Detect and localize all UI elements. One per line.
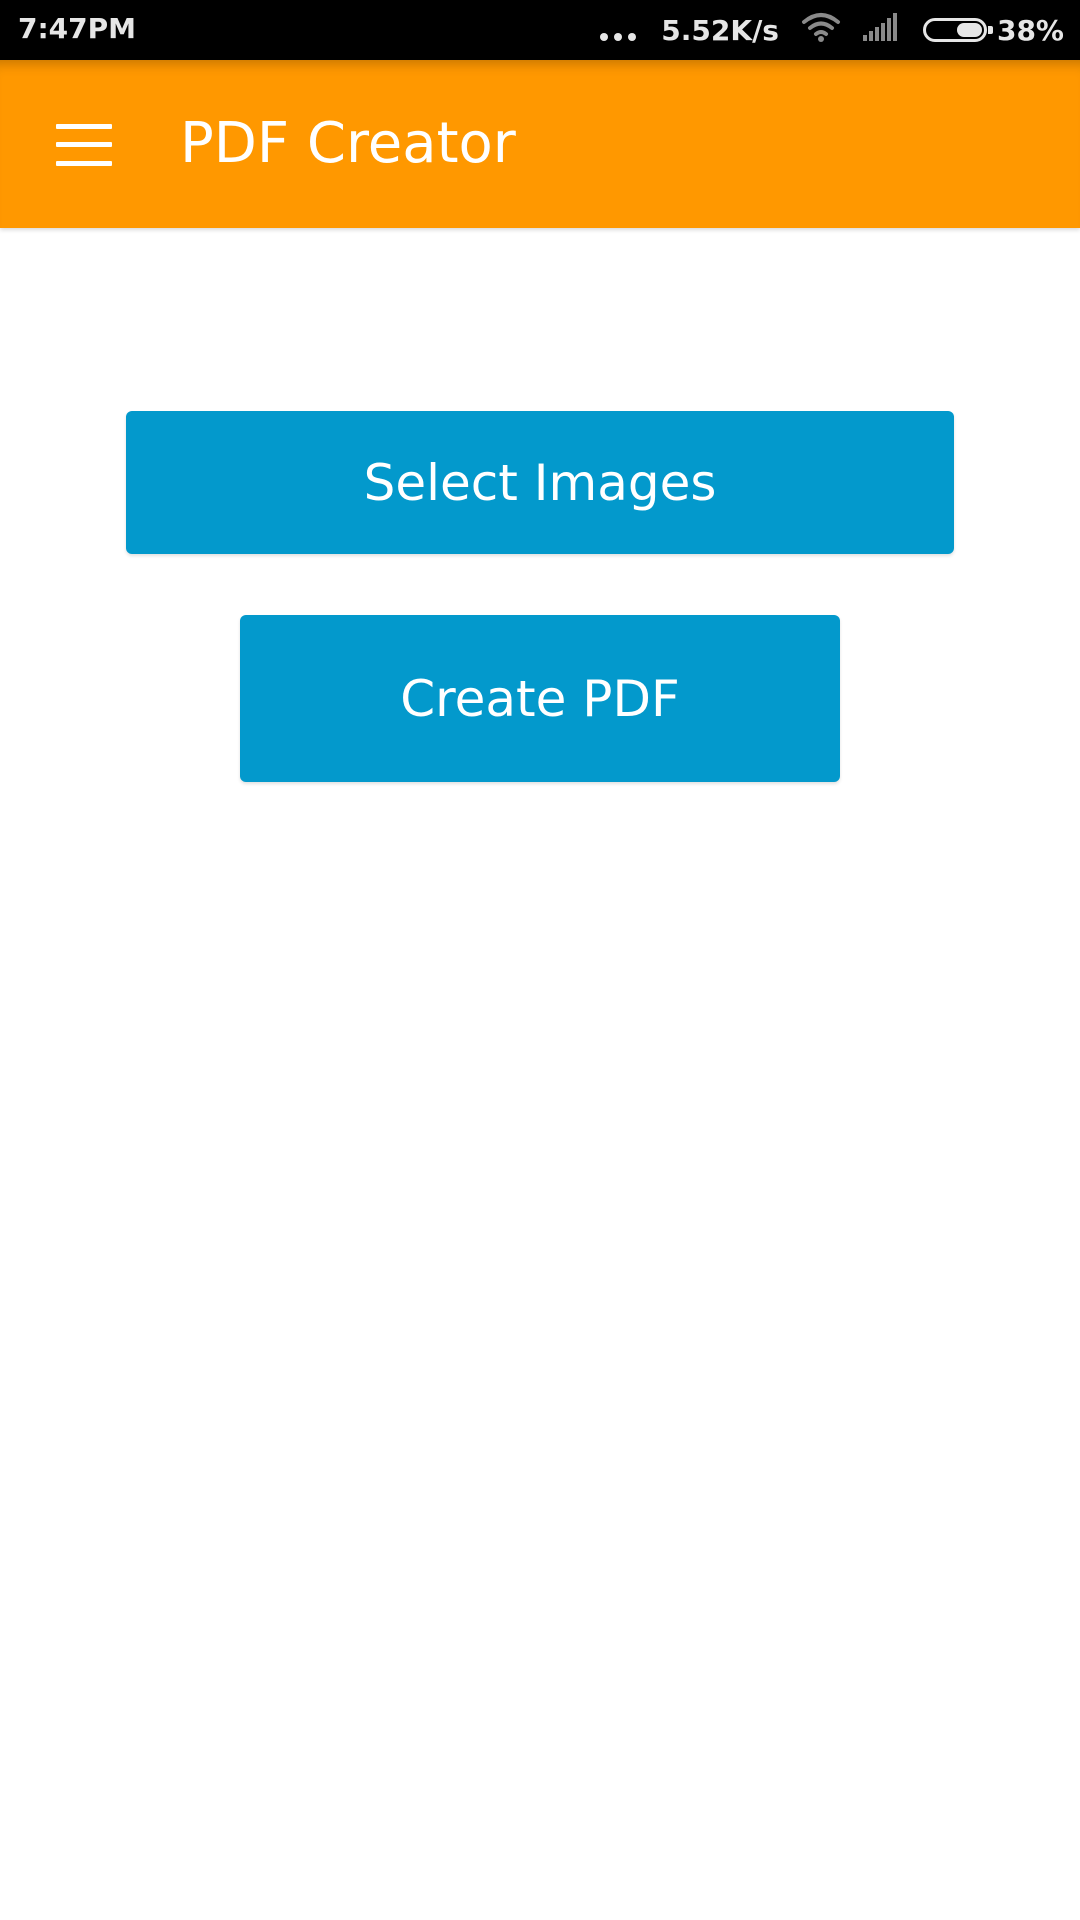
wifi-icon bbox=[801, 12, 841, 49]
signal-icon bbox=[862, 12, 901, 48]
more-dots-icon bbox=[597, 0, 639, 60]
app-title: PDF Creator bbox=[180, 111, 516, 176]
create-pdf-button[interactable]: Create PDF bbox=[240, 615, 840, 782]
network-speed: 5.52K/s bbox=[661, 13, 779, 47]
battery-percentage: 38% bbox=[996, 13, 1064, 47]
select-images-button[interactable]: Select Images bbox=[126, 411, 954, 554]
hamburger-menu-icon[interactable] bbox=[56, 124, 112, 166]
status-icons: 5.52K/s 38% bbox=[575, 0, 1064, 60]
battery-icon bbox=[922, 18, 993, 42]
app-bar: PDF Creator bbox=[0, 60, 1080, 228]
status-bar: 7:47PM 5.52K/s 38% bbox=[0, 0, 1080, 60]
battery-level-fill bbox=[956, 23, 982, 37]
status-time: 7:47PM bbox=[18, 12, 137, 45]
